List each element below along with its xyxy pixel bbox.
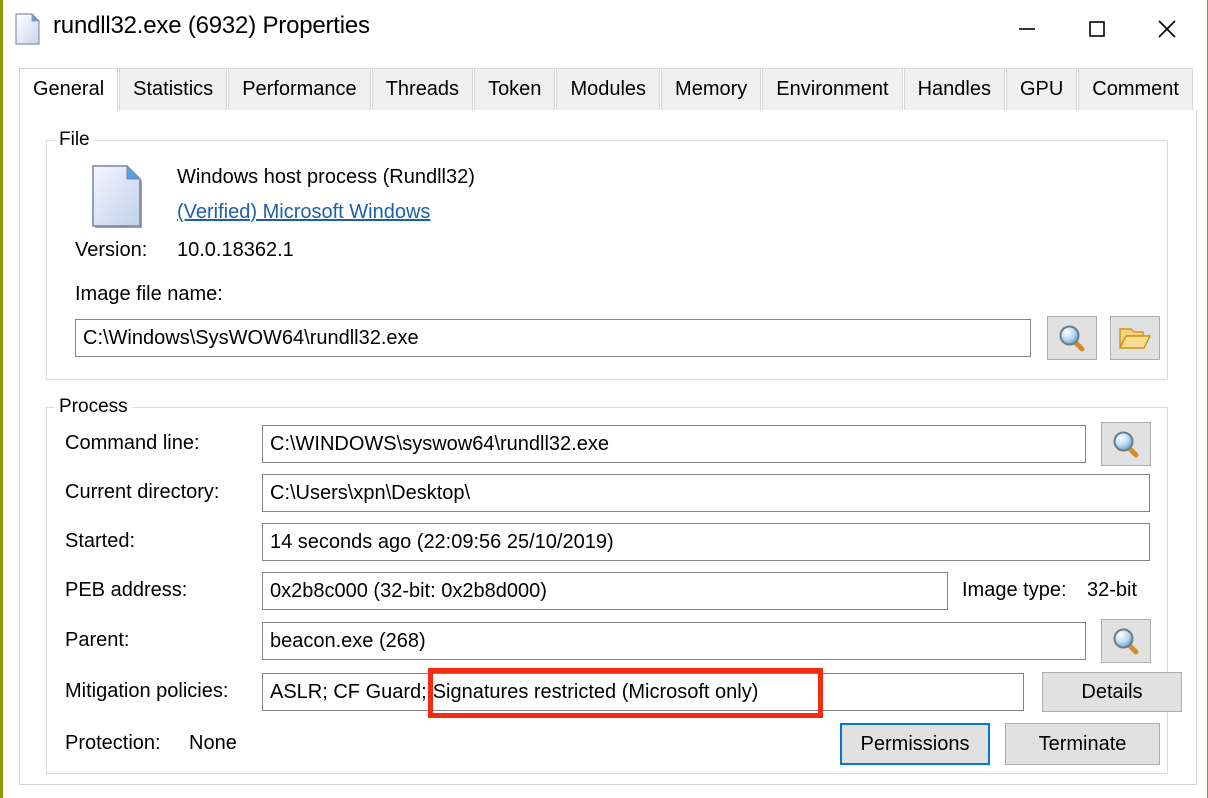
search-icon [1111,626,1141,656]
tab-label: Performance [242,78,357,101]
properties-window: rundll32.exe (6932) Properties General S… [0,0,1208,798]
tab-label: Token [488,78,541,101]
tab-label: GPU [1020,78,1063,101]
mitigation-highlighted-text: Signatures restricted (Microsoft only) [427,681,759,704]
tab-label: Statistics [133,78,213,101]
tab-threads[interactable]: Threads [372,68,473,110]
version-value: 10.0.18362.1 [177,239,294,262]
command-line-search-button[interactable] [1101,422,1151,466]
terminate-button[interactable]: Terminate [1005,723,1160,765]
tab-general[interactable]: General [19,68,118,111]
tab-label: Threads [386,78,459,101]
version-label: Version: [75,239,147,262]
folder-icon [1119,325,1151,351]
file-group: File Windows host process (Rundll32) (Ve… [46,140,1168,380]
image-file-name-input[interactable]: C:\Windows\SysWOW64\rundll32.exe [75,319,1031,357]
permissions-button[interactable]: Permissions [840,723,990,765]
tab-bar: General Statistics Performance Threads T… [19,68,1197,110]
tab-environment[interactable]: Environment [762,68,902,110]
tab-label: Comment [1092,78,1179,101]
tab-handles[interactable]: Handles [904,68,1005,110]
file-group-title: File [55,129,94,151]
file-description: Windows host process (Rundll32) [177,166,475,189]
minimize-icon [1016,18,1038,40]
tab-modules[interactable]: Modules [556,68,660,110]
current-directory-label: Current directory: [65,481,220,504]
title-bar: rundll32.exe (6932) Properties [3,0,1207,58]
tab-gpu[interactable]: GPU [1006,68,1077,110]
file-signer-link[interactable]: (Verified) Microsoft Windows [177,201,430,224]
protection-value: None [189,732,237,755]
parent-label: Parent: [65,629,129,652]
image-file-name-label: Image file name: [75,283,223,306]
general-tab-panel: File Windows host process (Rundll32) (Ve… [19,110,1197,785]
command-line-input[interactable]: C:\WINDOWS\syswow64\rundll32.exe [262,425,1086,463]
image-file-search-button[interactable] [1047,316,1097,360]
maximize-icon [1086,18,1108,40]
tab-label: Memory [675,78,747,101]
tab-statistics[interactable]: Statistics [119,68,227,110]
parent-input[interactable]: beacon.exe (268) [262,622,1086,660]
minimize-button[interactable] [997,0,1057,58]
mitigation-policies-input[interactable]: ASLR; CF Guard; Signatures restricted (M… [262,673,1024,711]
started-input[interactable]: 14 seconds ago (22:09:56 25/10/2019) [262,523,1150,561]
window-title: rundll32.exe (6932) Properties [53,12,370,40]
tab-label: Modules [570,78,646,101]
mitigation-policies-label: Mitigation policies: [65,680,228,703]
tab-comment[interactable]: Comment [1078,68,1193,110]
file-document-icon [92,165,146,231]
close-icon [1155,17,1179,41]
image-type-label: Image type: [962,579,1067,602]
image-type-value: 32-bit [1087,579,1137,602]
open-folder-button[interactable] [1110,316,1160,360]
command-line-label: Command line: [65,432,200,455]
peb-address-label: PEB address: [65,579,187,602]
process-group: Process Command line: C:\WINDOWS\syswow6… [46,407,1168,774]
started-label: Started: [65,530,135,553]
details-button[interactable]: Details [1042,672,1182,712]
protection-label: Protection: [65,732,161,755]
search-icon [1111,429,1141,459]
document-icon [15,13,41,45]
tab-token[interactable]: Token [474,68,555,110]
tab-performance[interactable]: Performance [228,68,371,110]
tab-memory[interactable]: Memory [661,68,761,110]
close-button[interactable] [1137,0,1197,58]
process-group-title: Process [55,396,132,418]
parent-search-button[interactable] [1101,619,1151,663]
mitigation-prefix-text: ASLR; CF Guard; [270,681,427,704]
tab-label: General [33,78,104,101]
current-directory-input[interactable]: C:\Users\xpn\Desktop\ [262,474,1150,512]
tab-label: Handles [918,78,991,101]
search-icon [1057,323,1087,353]
maximize-button[interactable] [1067,0,1127,58]
peb-address-input[interactable]: 0x2b8c000 (32-bit: 0x2b8d000) [262,572,948,610]
tab-label: Environment [776,78,888,101]
